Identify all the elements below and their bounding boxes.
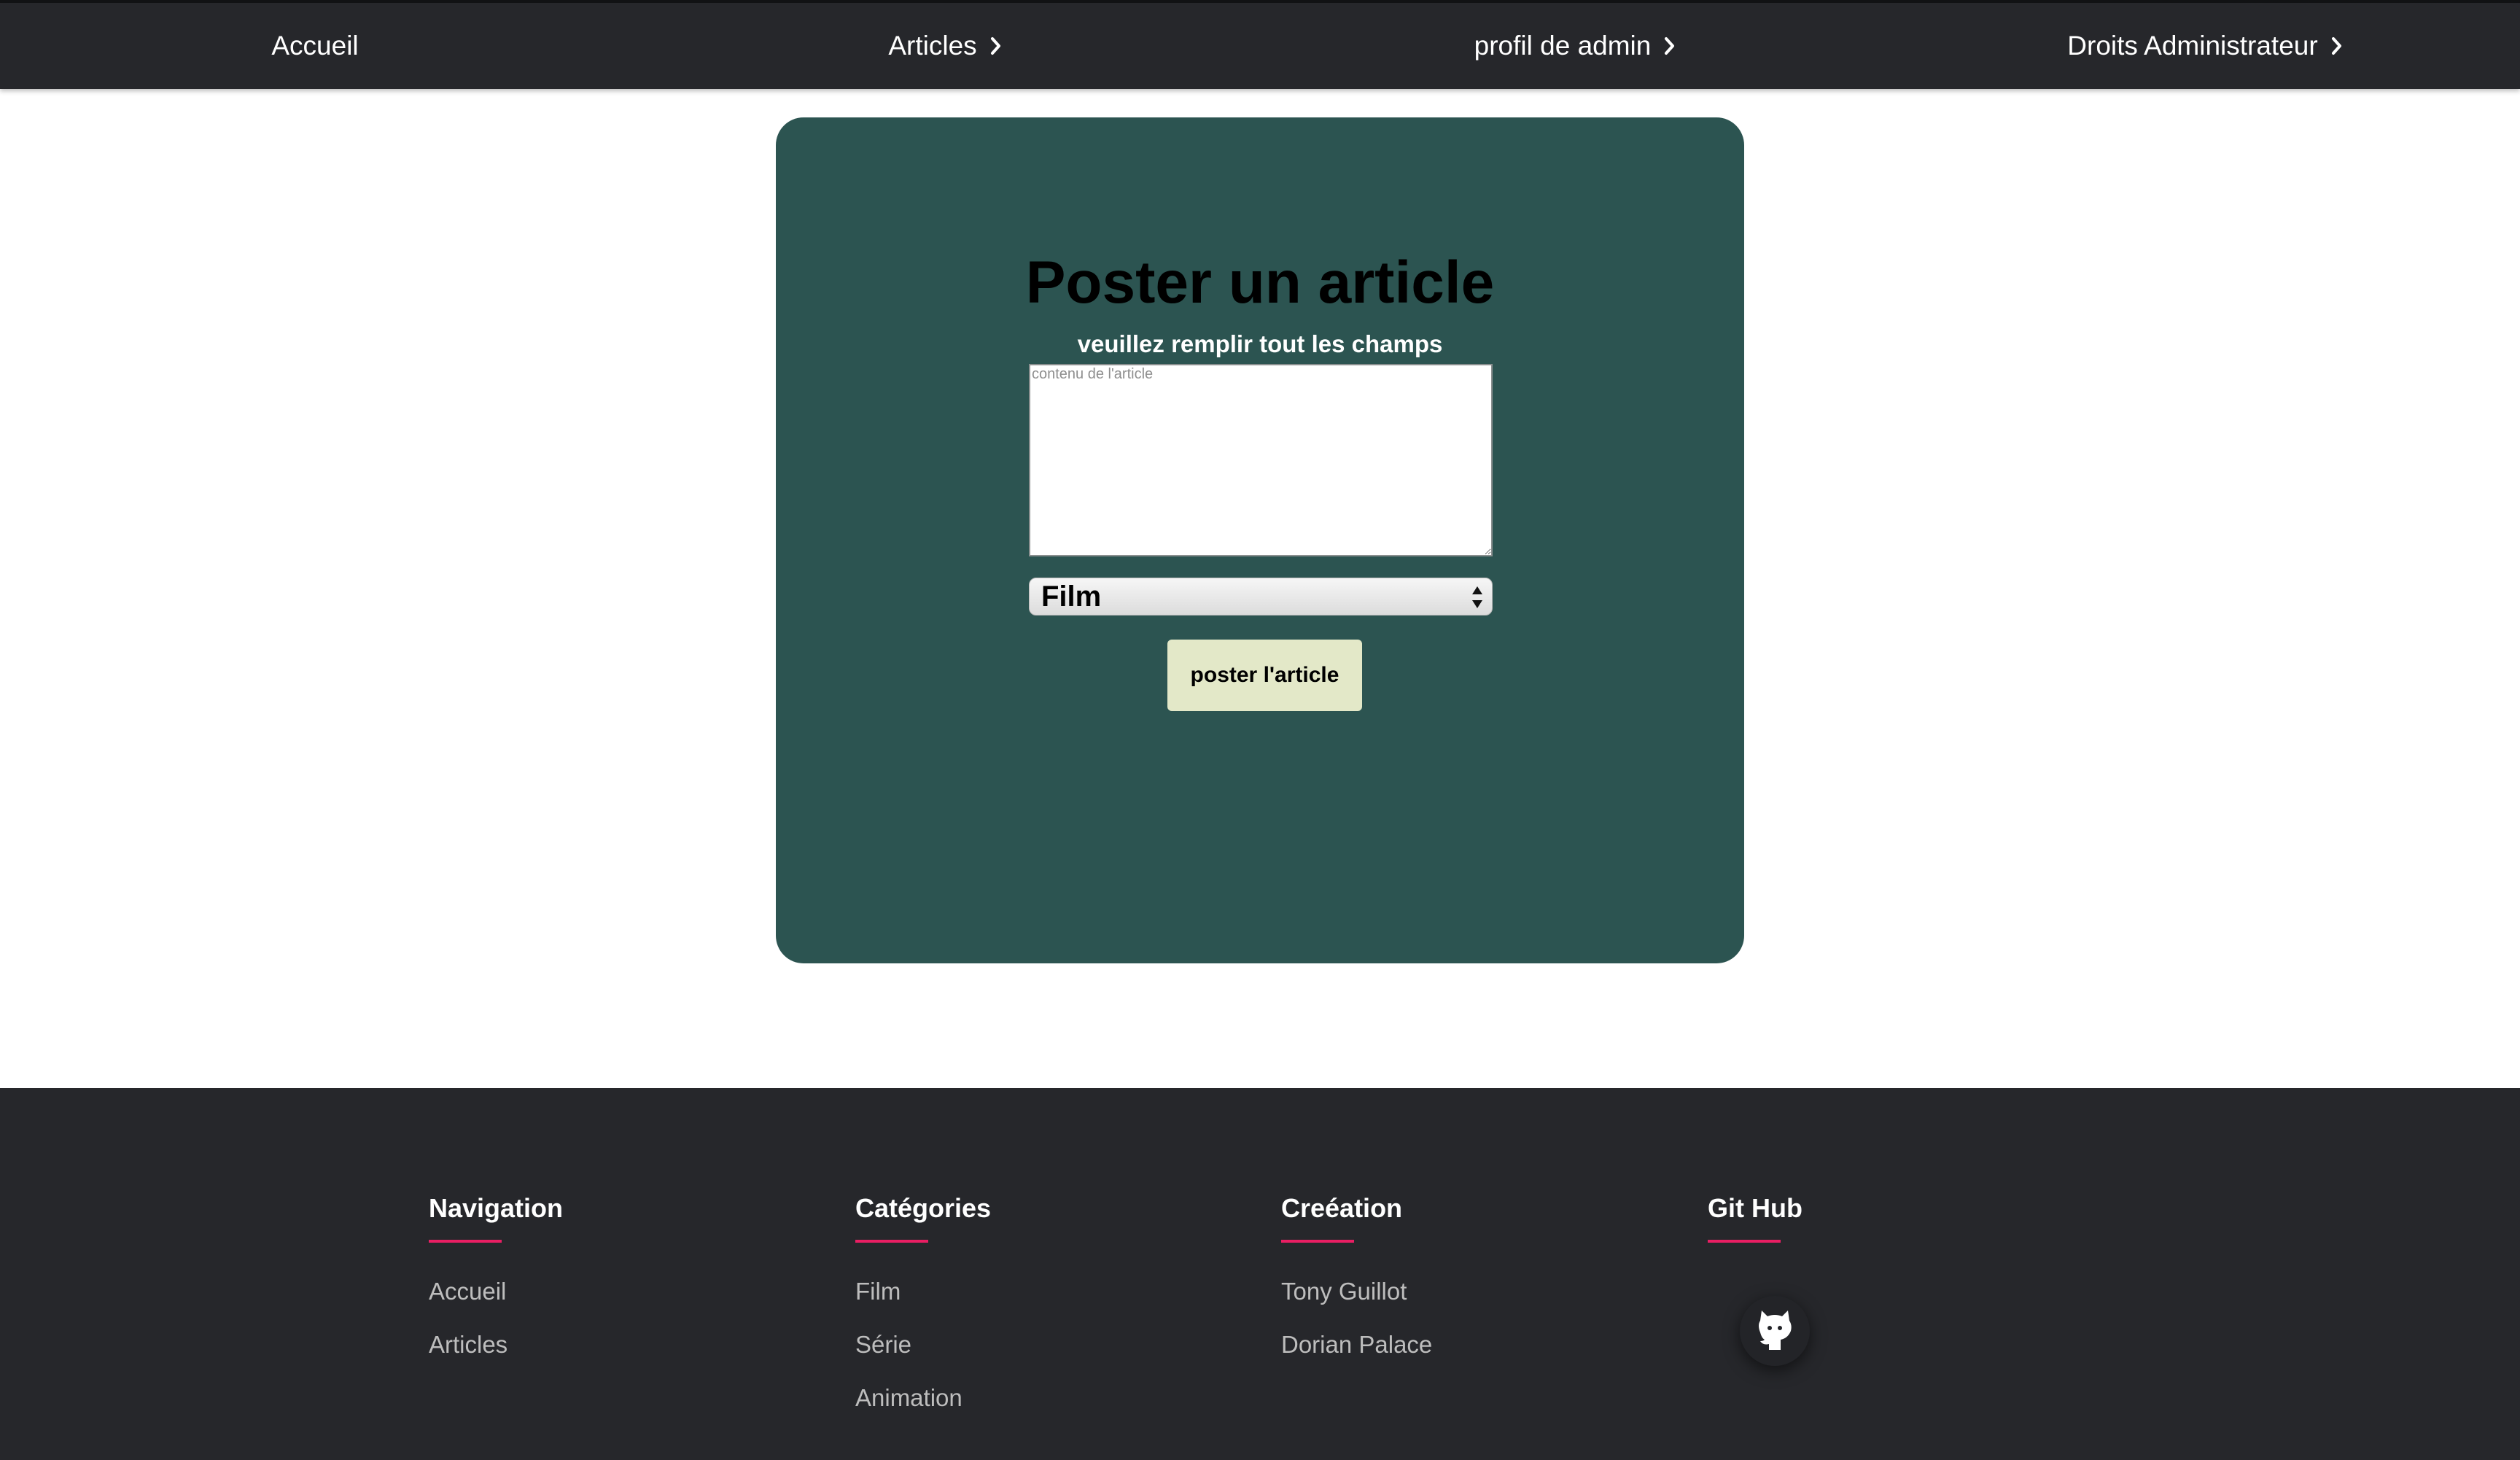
footer-link-film[interactable]: Film [855, 1278, 991, 1305]
nav-item-label: Accueil [271, 31, 359, 61]
article-content-textarea[interactable] [1029, 364, 1493, 556]
footer-link-accueil[interactable]: Accueil [429, 1278, 563, 1305]
chevron-right-icon [2331, 36, 2343, 55]
category-select[interactable]: Film [1029, 578, 1493, 616]
footer-column-github: Git Hub [1708, 1193, 1802, 1278]
footer-heading-underline [429, 1240, 502, 1243]
footer-link-dorian-palace[interactable]: Dorian Palace [1281, 1331, 1432, 1359]
nav-item-label: Droits Administrateur [2067, 31, 2318, 61]
chevron-right-icon [1664, 36, 1676, 55]
footer-link-tony-guillot[interactable]: Tony Guillot [1281, 1278, 1432, 1305]
category-selected-value: Film [1041, 580, 1102, 613]
footer-heading: Catégories [855, 1193, 992, 1223]
footer-link-articles[interactable]: Articles [429, 1331, 563, 1359]
footer-heading: Creéation [1281, 1193, 1403, 1223]
nav-item-profil-admin[interactable]: profil de admin [1260, 3, 1890, 89]
nav-item-droits-admin[interactable]: Droits Administrateur [1890, 3, 2520, 89]
footer-column-navigation: Navigation Accueil Articles [429, 1193, 563, 1384]
post-article-card: Poster un article veuillez remplir tout … [776, 117, 1744, 963]
footer-column-creation: Creéation Tony Guillot Dorian Palace [1281, 1193, 1432, 1384]
post-article-button[interactable]: poster l'article [1167, 640, 1362, 711]
chevron-right-icon [990, 36, 1002, 55]
footer-heading-underline [855, 1240, 928, 1243]
top-navigation: Accueil Articles profil de admin Droits … [0, 0, 2520, 89]
footer-heading: Git Hub [1708, 1193, 1802, 1223]
select-arrows-icon [1470, 584, 1485, 614]
form-instructions: veuillez remplir tout les champs [1077, 330, 1443, 357]
nav-item-articles[interactable]: Articles [630, 3, 1260, 89]
github-link-button[interactable] [1740, 1296, 1810, 1366]
nav-item-label: profil de admin [1474, 31, 1652, 61]
nav-item-label: Articles [888, 31, 977, 61]
page-title: Poster un article [1025, 249, 1495, 316]
footer: Navigation Accueil Articles Catégories F… [0, 1088, 2520, 1460]
footer-heading-underline [1708, 1240, 1781, 1243]
footer-link-animation[interactable]: Animation [855, 1384, 991, 1412]
footer-column-categories: Catégories Film Série Animation [855, 1193, 991, 1437]
github-icon [1753, 1306, 1797, 1356]
footer-heading-underline [1281, 1240, 1354, 1243]
nav-item-accueil[interactable]: Accueil [0, 3, 630, 89]
footer-heading: Navigation [429, 1193, 564, 1223]
footer-link-serie[interactable]: Série [855, 1331, 991, 1359]
